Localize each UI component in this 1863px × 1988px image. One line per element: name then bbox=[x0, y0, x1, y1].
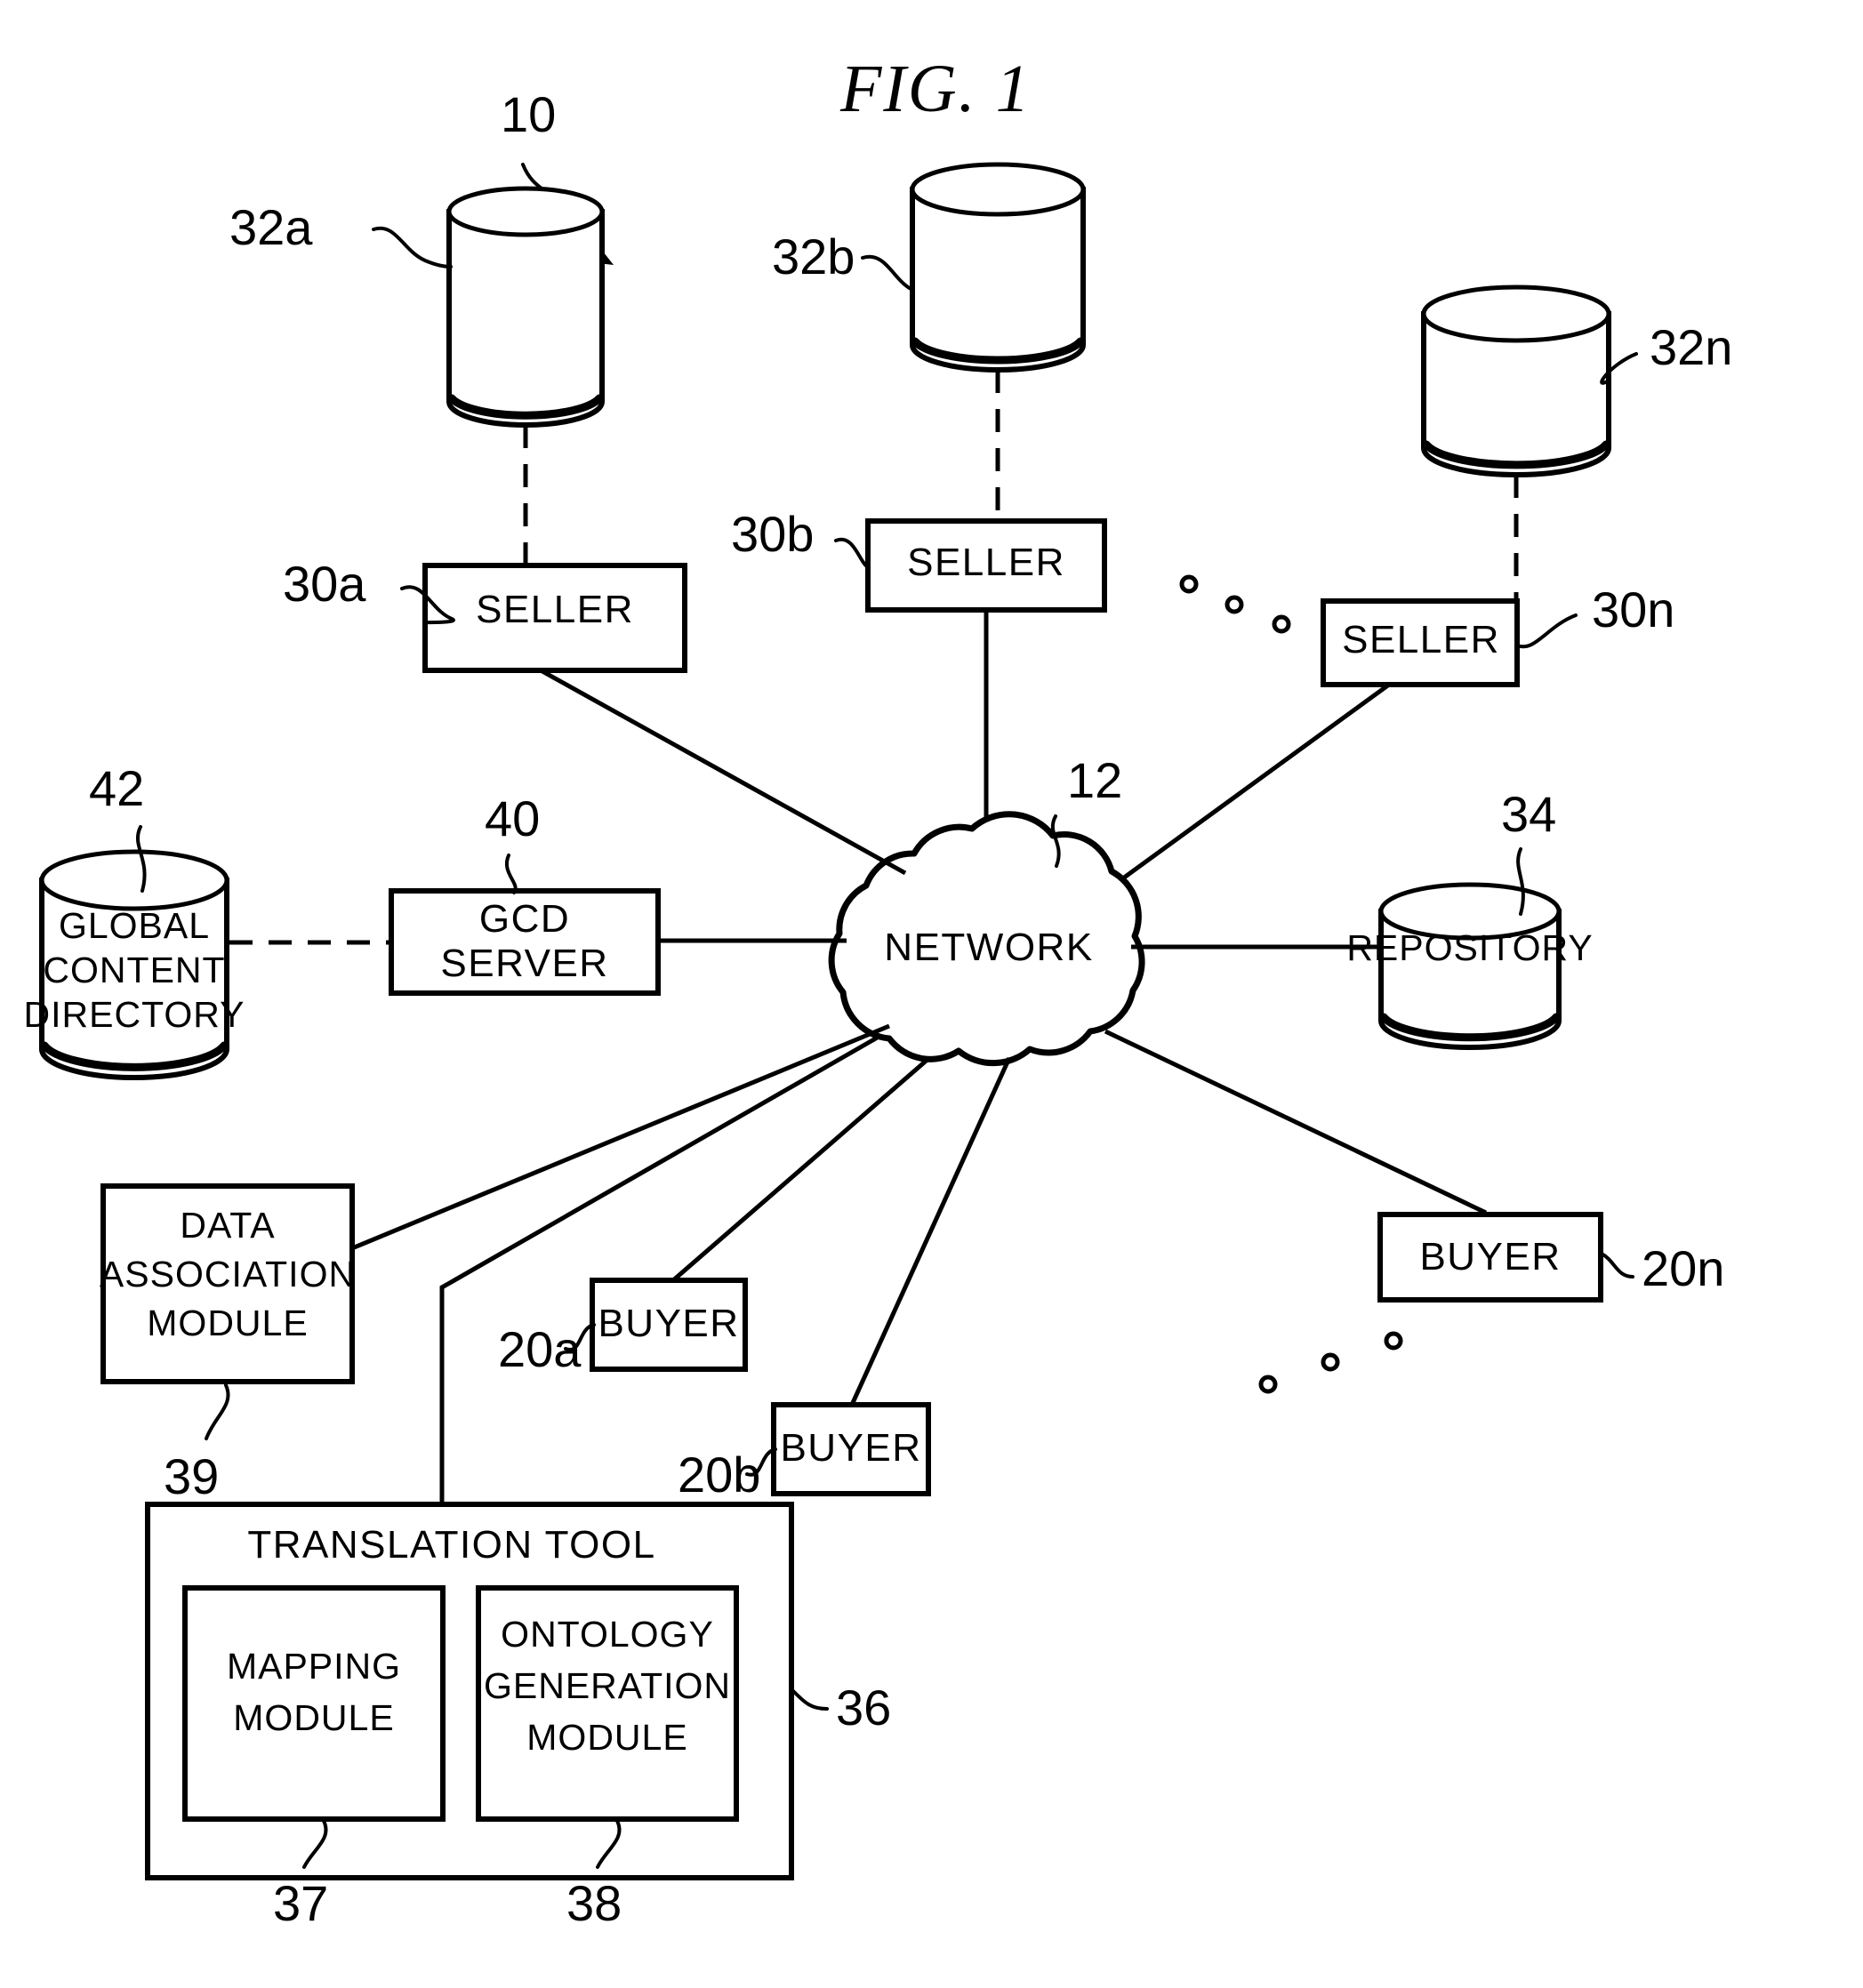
node-seller-30b-label: SELLER bbox=[907, 541, 1065, 584]
node-seller-30b[interactable]: SELLER bbox=[865, 518, 1107, 613]
ref-number-12: 12 bbox=[1067, 752, 1122, 808]
leader-30b bbox=[834, 537, 870, 569]
repository-label: REPOSITORY bbox=[1346, 927, 1593, 968]
node-seller-30n[interactable]: SELLER bbox=[1321, 598, 1520, 687]
ontology-module-label-line2: GENERATION bbox=[484, 1665, 731, 1706]
leader-30n bbox=[1515, 613, 1578, 649]
data-association-label-line1: DATA bbox=[180, 1205, 275, 1246]
link-buyer20b-network bbox=[849, 1056, 1012, 1407]
ref-number-38: 38 bbox=[566, 1875, 622, 1931]
node-buyer-20b-label: BUYER bbox=[780, 1426, 921, 1470]
node-buyer-20n-label: BUYER bbox=[1419, 1235, 1561, 1279]
leader-32a bbox=[372, 226, 453, 269]
node-gcd-server[interactable]: GCD SERVER bbox=[389, 888, 661, 996]
ref-number-40: 40 bbox=[485, 790, 540, 846]
leader-20n bbox=[1600, 1252, 1634, 1279]
figure-title: FIG. 1 bbox=[839, 52, 1032, 126]
figure-canvas: FIG. 1 10 32a SELLER 30a 32b SELLER 30b bbox=[24, 52, 1733, 1931]
link-buyer20n-network bbox=[1104, 1029, 1488, 1215]
patent-figure: FIG. 1 10 32a SELLER 30a 32b SELLER 30b bbox=[0, 0, 1863, 1988]
node-network-label: NETWORK bbox=[884, 926, 1093, 969]
ref-number-system-10: 10 bbox=[501, 86, 556, 142]
buyer-ellipsis bbox=[1258, 1331, 1403, 1394]
seller-ellipsis bbox=[1179, 574, 1291, 634]
database-global-content-directory: GLOBAL CONTENT DIRECTORY bbox=[24, 849, 245, 1080]
ontology-module-label-line1: ONTOLOGY bbox=[501, 1614, 714, 1655]
node-buyer-20b[interactable]: BUYER bbox=[771, 1402, 931, 1496]
leader-36 bbox=[790, 1687, 829, 1711]
node-mapping-module[interactable]: MAPPING MODULE bbox=[182, 1585, 446, 1822]
node-buyer-20n[interactable]: BUYER bbox=[1377, 1212, 1603, 1303]
gcd-db-label-line3: DIRECTORY bbox=[24, 994, 245, 1035]
node-buyer-20a-label: BUYER bbox=[598, 1302, 739, 1345]
database-repository: REPOSITORY bbox=[1346, 882, 1593, 1050]
database-32b bbox=[910, 162, 1086, 373]
data-association-label-line3: MODULE bbox=[147, 1303, 308, 1343]
gcd-db-label-line1: GLOBAL bbox=[59, 905, 210, 946]
link-seller30n-network bbox=[1119, 682, 1391, 883]
mapping-module-label-line1: MAPPING bbox=[227, 1646, 401, 1687]
ref-number-36: 36 bbox=[836, 1679, 891, 1735]
node-seller-30a[interactable]: SELLER bbox=[422, 563, 687, 673]
ref-number-32b: 32b bbox=[772, 228, 855, 285]
database-32a bbox=[446, 186, 605, 428]
ref-number-30a: 30a bbox=[283, 556, 366, 612]
leader-39 bbox=[205, 1383, 230, 1440]
node-ontology-generation-module[interactable]: ONTOLOGY GENERATION MODULE bbox=[476, 1585, 739, 1822]
ref-number-30b: 30b bbox=[731, 506, 814, 562]
node-seller-30a-label: SELLER bbox=[476, 588, 634, 631]
node-seller-30n-label: SELLER bbox=[1342, 618, 1500, 661]
ref-number-42: 42 bbox=[89, 760, 144, 816]
gcd-db-label-line2: CONTENT bbox=[43, 950, 225, 990]
database-32n bbox=[1421, 285, 1611, 477]
gcd-server-label-line1: GCD bbox=[479, 897, 570, 941]
ref-number-32a: 32a bbox=[229, 199, 313, 255]
ref-number-37: 37 bbox=[273, 1875, 328, 1931]
data-association-label-line2: ASSOCIATION bbox=[100, 1254, 356, 1295]
gcd-server-label-line2: SERVER bbox=[440, 942, 608, 985]
link-seller30a-network bbox=[539, 668, 907, 876]
mapping-module-label-line2: MODULE bbox=[233, 1697, 394, 1738]
ontology-module-label-line3: MODULE bbox=[526, 1717, 687, 1758]
leader-32b bbox=[861, 254, 914, 292]
node-buyer-20a[interactable]: BUYER bbox=[590, 1278, 748, 1372]
ref-number-30n: 30n bbox=[1592, 581, 1674, 637]
translation-tool-label: TRANSLATION TOOL bbox=[247, 1523, 655, 1567]
ref-number-39: 39 bbox=[164, 1448, 219, 1504]
leader-40 bbox=[505, 854, 518, 894]
link-dataassociation-network bbox=[351, 1023, 890, 1251]
ref-number-32n: 32n bbox=[1650, 319, 1732, 375]
node-data-association-module[interactable]: DATA ASSOCIATION MODULE bbox=[100, 1183, 356, 1384]
ref-number-34: 34 bbox=[1501, 786, 1556, 842]
ref-number-20n: 20n bbox=[1642, 1240, 1724, 1296]
node-network-cloud[interactable]: NETWORK bbox=[828, 811, 1145, 1067]
link-buyer20a-network bbox=[671, 1056, 931, 1282]
